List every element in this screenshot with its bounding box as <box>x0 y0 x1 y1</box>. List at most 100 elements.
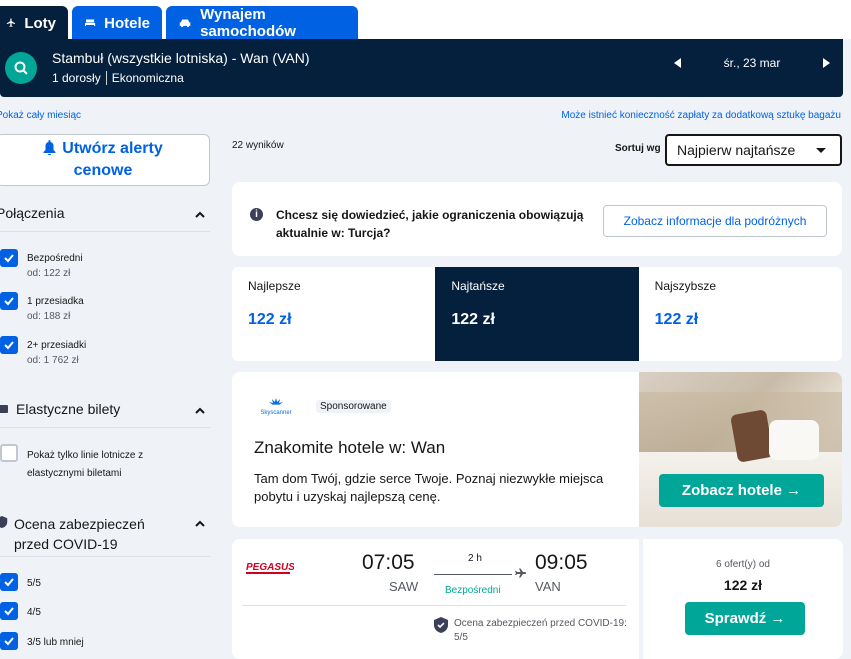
separator <box>105 71 107 85</box>
search-summary[interactable]: Stambuł (wszystkie lotniska) - Wan (VAN)… <box>0 39 843 97</box>
flex-filter-title: Elastyczne bilety <box>16 401 121 417</box>
bed-icon <box>85 19 96 27</box>
passengers-text: 1 dorosły <box>52 71 101 85</box>
checkmark-icon <box>4 254 14 263</box>
stop-option-direct: Bezpośredni od: 122 zł <box>27 251 83 281</box>
flex-title-wrap: Elastyczne bilety <box>0 401 120 417</box>
sort-tab-best[interactable]: Najlepsze 122 zł 2 h <box>232 267 474 361</box>
checkmark-icon <box>4 637 14 646</box>
pegasus-logo-text: PEGASUS <box>246 562 294 573</box>
divider <box>0 556 210 557</box>
caret-down-icon <box>816 147 826 153</box>
shield-icon <box>0 516 8 528</box>
flight-duration: 2 h <box>468 553 482 564</box>
check-offer-button[interactable]: Sprawdź → <box>685 602 805 635</box>
info-icon: i <box>250 208 263 221</box>
pegasus-airline-logo: PEGASUS <box>246 562 294 574</box>
sort-tab-price: 122 zł <box>654 311 699 328</box>
sort-dropdown[interactable]: Najpierw najtańsze <box>665 134 842 166</box>
flight-result-card[interactable]: PEGASUS 07:05 SAW 2 h Bezpośredni 09:05 … <box>232 539 639 659</box>
search-icon <box>14 61 28 75</box>
cabin-text: Ekonomiczna <box>111 71 184 85</box>
stops-text: Bezpośredni <box>445 585 501 596</box>
caret-left-icon <box>674 58 681 68</box>
covid-option-label: 4/5 <box>27 607 41 618</box>
stops-filter-title: Połączenia <box>0 205 65 221</box>
photo-pillow <box>769 420 819 460</box>
offer-price: 122 zł <box>723 577 763 593</box>
covid-filter-title: Ocena zabezpieczeń przed COVID-19 <box>14 516 145 552</box>
product-tabs: Loty Hotele Wynajem samochodów <box>0 0 851 40</box>
tab-flights[interactable]: Loty <box>0 6 68 40</box>
covid-option-label: 5/5 <box>27 578 41 589</box>
sort-tab-label: Najlepsze <box>248 279 301 293</box>
checkbox-covid-4[interactable] <box>0 602 18 620</box>
checkbox-one-stop[interactable] <box>0 292 18 310</box>
option-label: Bezpośredni <box>27 253 83 264</box>
divider <box>0 427 210 428</box>
route-text: Stambuł (wszystkie lotniska) - Wan (VAN) <box>52 50 310 66</box>
checkbox-two-plus-stops[interactable] <box>0 336 18 354</box>
departure-time: 07:05 <box>362 551 415 574</box>
ticket-icon <box>0 405 8 413</box>
covid-option-label: 3/5 lub mniej <box>27 637 84 648</box>
chevron-up-icon <box>195 211 205 218</box>
sort-tab-price: 122 zł <box>451 311 495 328</box>
covid-title-wrap: Ocena zabezpieczeń przed COVID-19 <box>0 514 166 554</box>
skyscanner-logo-text: Skyscanner <box>260 410 291 416</box>
divider <box>242 605 626 606</box>
plane-icon <box>515 568 526 578</box>
covid-score-text: Ocena zabezpieczeń przed COVID-19: 5/5 <box>454 618 627 643</box>
tab-label: Loty <box>24 14 56 32</box>
see-hotels-button[interactable]: Zobacz hotele → <box>659 474 824 507</box>
offer-panel: 6 ofert(y) od 122 zł Sprawdź → <box>643 539 843 659</box>
travel-info-button[interactable]: Zobacz informacje dla podróżnych <box>603 205 827 237</box>
flex-option-label: Pokaż tylko linie lotnicze z elastycznym… <box>27 450 144 479</box>
stops-filter-header[interactable]: Połączenia <box>0 205 210 221</box>
checkbox-direct[interactable] <box>0 249 18 267</box>
sort-tab-cheapest[interactable]: Najtańsze 122 zł 2 h <box>435 267 677 361</box>
arrival-time: 09:05 <box>535 551 588 574</box>
chevron-up-icon <box>195 407 205 414</box>
next-date-button[interactable] <box>820 57 832 69</box>
stop-option-one: 1 przesiadka od: 188 zł <box>27 294 84 324</box>
skyscanner-logo: Skyscanner <box>260 398 292 416</box>
checkmark-icon <box>4 607 14 616</box>
divider <box>0 231 210 232</box>
car-icon <box>179 19 191 28</box>
tab-car-hire[interactable]: Wynajem samochodów <box>166 6 358 40</box>
flex-filter-header[interactable]: Elastyczne bilety <box>0 401 210 417</box>
baggage-link[interactable]: Może istnieć konieczność zapłaty za doda… <box>561 110 841 121</box>
offers-count: 6 ofert(y) od <box>716 559 770 570</box>
prev-date-button[interactable] <box>672 57 684 69</box>
sort-label: Sortuj wg <box>615 143 661 154</box>
sort-value: Najpierw najtańsze <box>677 142 796 158</box>
option-price: od: 1 762 zł <box>27 355 79 366</box>
checkbox-flexible[interactable] <box>0 444 18 462</box>
ad-description: Tam dom Twój, gdzie serce Twoje. Poznaj … <box>254 471 604 504</box>
create-price-alert-button[interactable]: Utwórz alerty cenowe <box>0 134 210 186</box>
option-price: od: 188 zł <box>27 311 71 322</box>
checkbox-covid-5[interactable] <box>0 573 18 591</box>
sort-tab-fastest[interactable]: Najszybsze 122 zł 2 h <box>638 267 842 361</box>
checkbox-covid-3[interactable] <box>0 632 18 650</box>
tab-label: Wynajem samochodów <box>200 6 296 40</box>
checkmark-icon <box>4 341 14 350</box>
option-label: 2+ przesiadki <box>27 340 87 351</box>
caret-right-icon <box>823 58 830 68</box>
bell-icon <box>43 140 56 155</box>
chevron-up-icon <box>195 520 205 527</box>
covid-filter-header[interactable]: Ocena zabezpieczeń przed COVID-19 <box>0 514 210 554</box>
hotel-ad-card[interactable]: Skyscanner Sponsorowane Znakomite hotele… <box>232 372 842 527</box>
alert-label: Utwórz alerty cenowe <box>62 140 163 179</box>
travel-restrictions-banner: i Chcesz się dowiedzieć, jakie ogranicze… <box>232 182 842 256</box>
checkmark-icon <box>4 578 14 587</box>
search-details: 1 dorosły Ekonomiczna <box>52 71 184 85</box>
sort-tabs: Najlepsze 122 zł 2 h Najtańsze 122 zł 2 … <box>232 267 842 361</box>
stop-option-two-plus: 2+ przesiadki od: 1 762 zł <box>27 338 86 368</box>
sort-tab-price: 122 zł <box>248 311 292 328</box>
sort-tab-label: Najszybsze <box>654 279 717 293</box>
tab-hotels[interactable]: Hotele <box>72 6 162 40</box>
search-button[interactable] <box>5 52 37 84</box>
show-month-link[interactable]: Pokaż cały miesiąc <box>0 110 81 121</box>
